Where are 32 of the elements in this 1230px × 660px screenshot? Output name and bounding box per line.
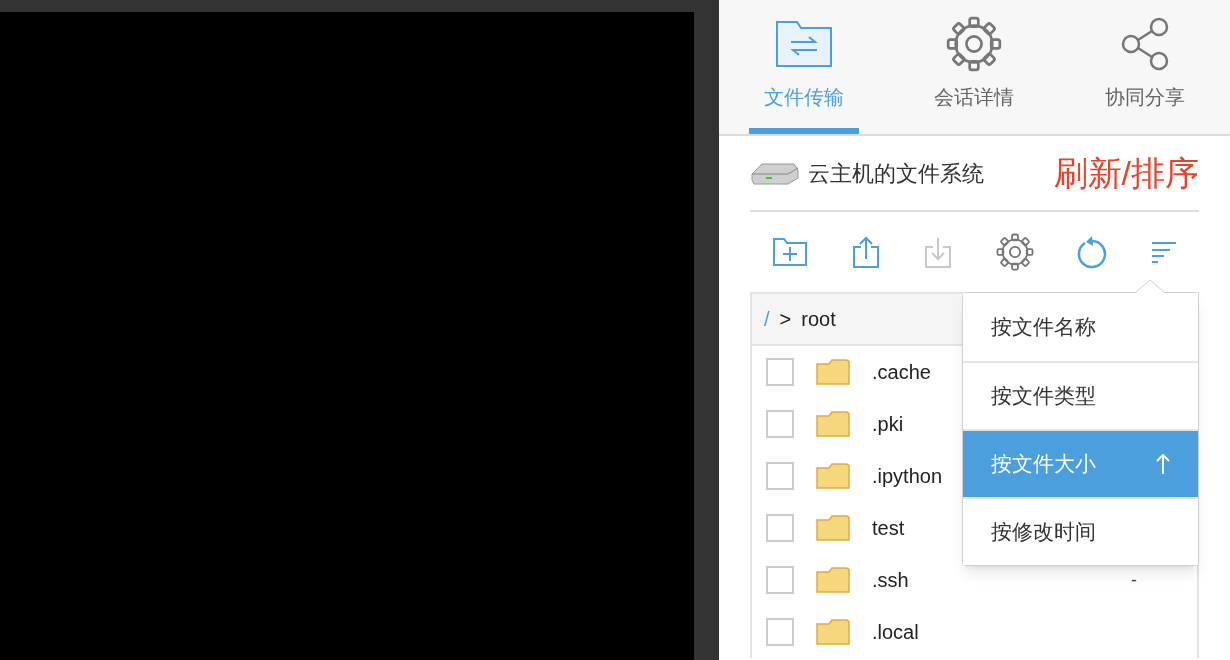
checkbox[interactable]: [766, 358, 794, 386]
folder-icon: [816, 619, 850, 645]
gear-icon: [946, 16, 1003, 72]
checkbox[interactable]: [766, 410, 794, 438]
checkbox[interactable]: [766, 566, 794, 594]
annotation-text: 刷新/排序: [1053, 152, 1199, 194]
folder-icon: [816, 515, 850, 541]
checkbox[interactable]: [766, 618, 794, 646]
refresh-icon[interactable]: [1076, 235, 1109, 269]
upload-icon[interactable]: [850, 235, 881, 269]
file-name[interactable]: .local: [872, 617, 1137, 647]
new-folder-icon[interactable]: [772, 237, 808, 267]
checkbox[interactable]: [766, 514, 794, 542]
hard-drive-icon: [750, 160, 800, 186]
file-name[interactable]: .ssh: [872, 565, 1109, 595]
filesystem-title: 云主机的文件系统: [808, 159, 984, 188]
checkbox[interactable]: [766, 462, 794, 490]
breadcrumb-separator: >: [779, 307, 792, 332]
folder-icon: [816, 463, 850, 489]
folder-transfer-icon: [775, 20, 834, 68]
sort-option[interactable]: 按修改时间: [963, 497, 1198, 565]
folder-icon: [816, 411, 850, 437]
folder-icon: [816, 359, 850, 385]
sort-option[interactable]: 按文件类型: [963, 361, 1198, 429]
sort-icon[interactable]: [1150, 241, 1177, 263]
folder-icon: [816, 567, 850, 593]
sort-option[interactable]: 按文件名称: [963, 293, 1198, 361]
breadcrumb-item[interactable]: root: [801, 304, 836, 334]
tab[interactable]: 协同分享: [1059, 0, 1230, 134]
file-size: -: [1131, 568, 1137, 592]
tab[interactable]: 会话详情: [889, 0, 1060, 134]
settings-icon[interactable]: [995, 233, 1034, 271]
